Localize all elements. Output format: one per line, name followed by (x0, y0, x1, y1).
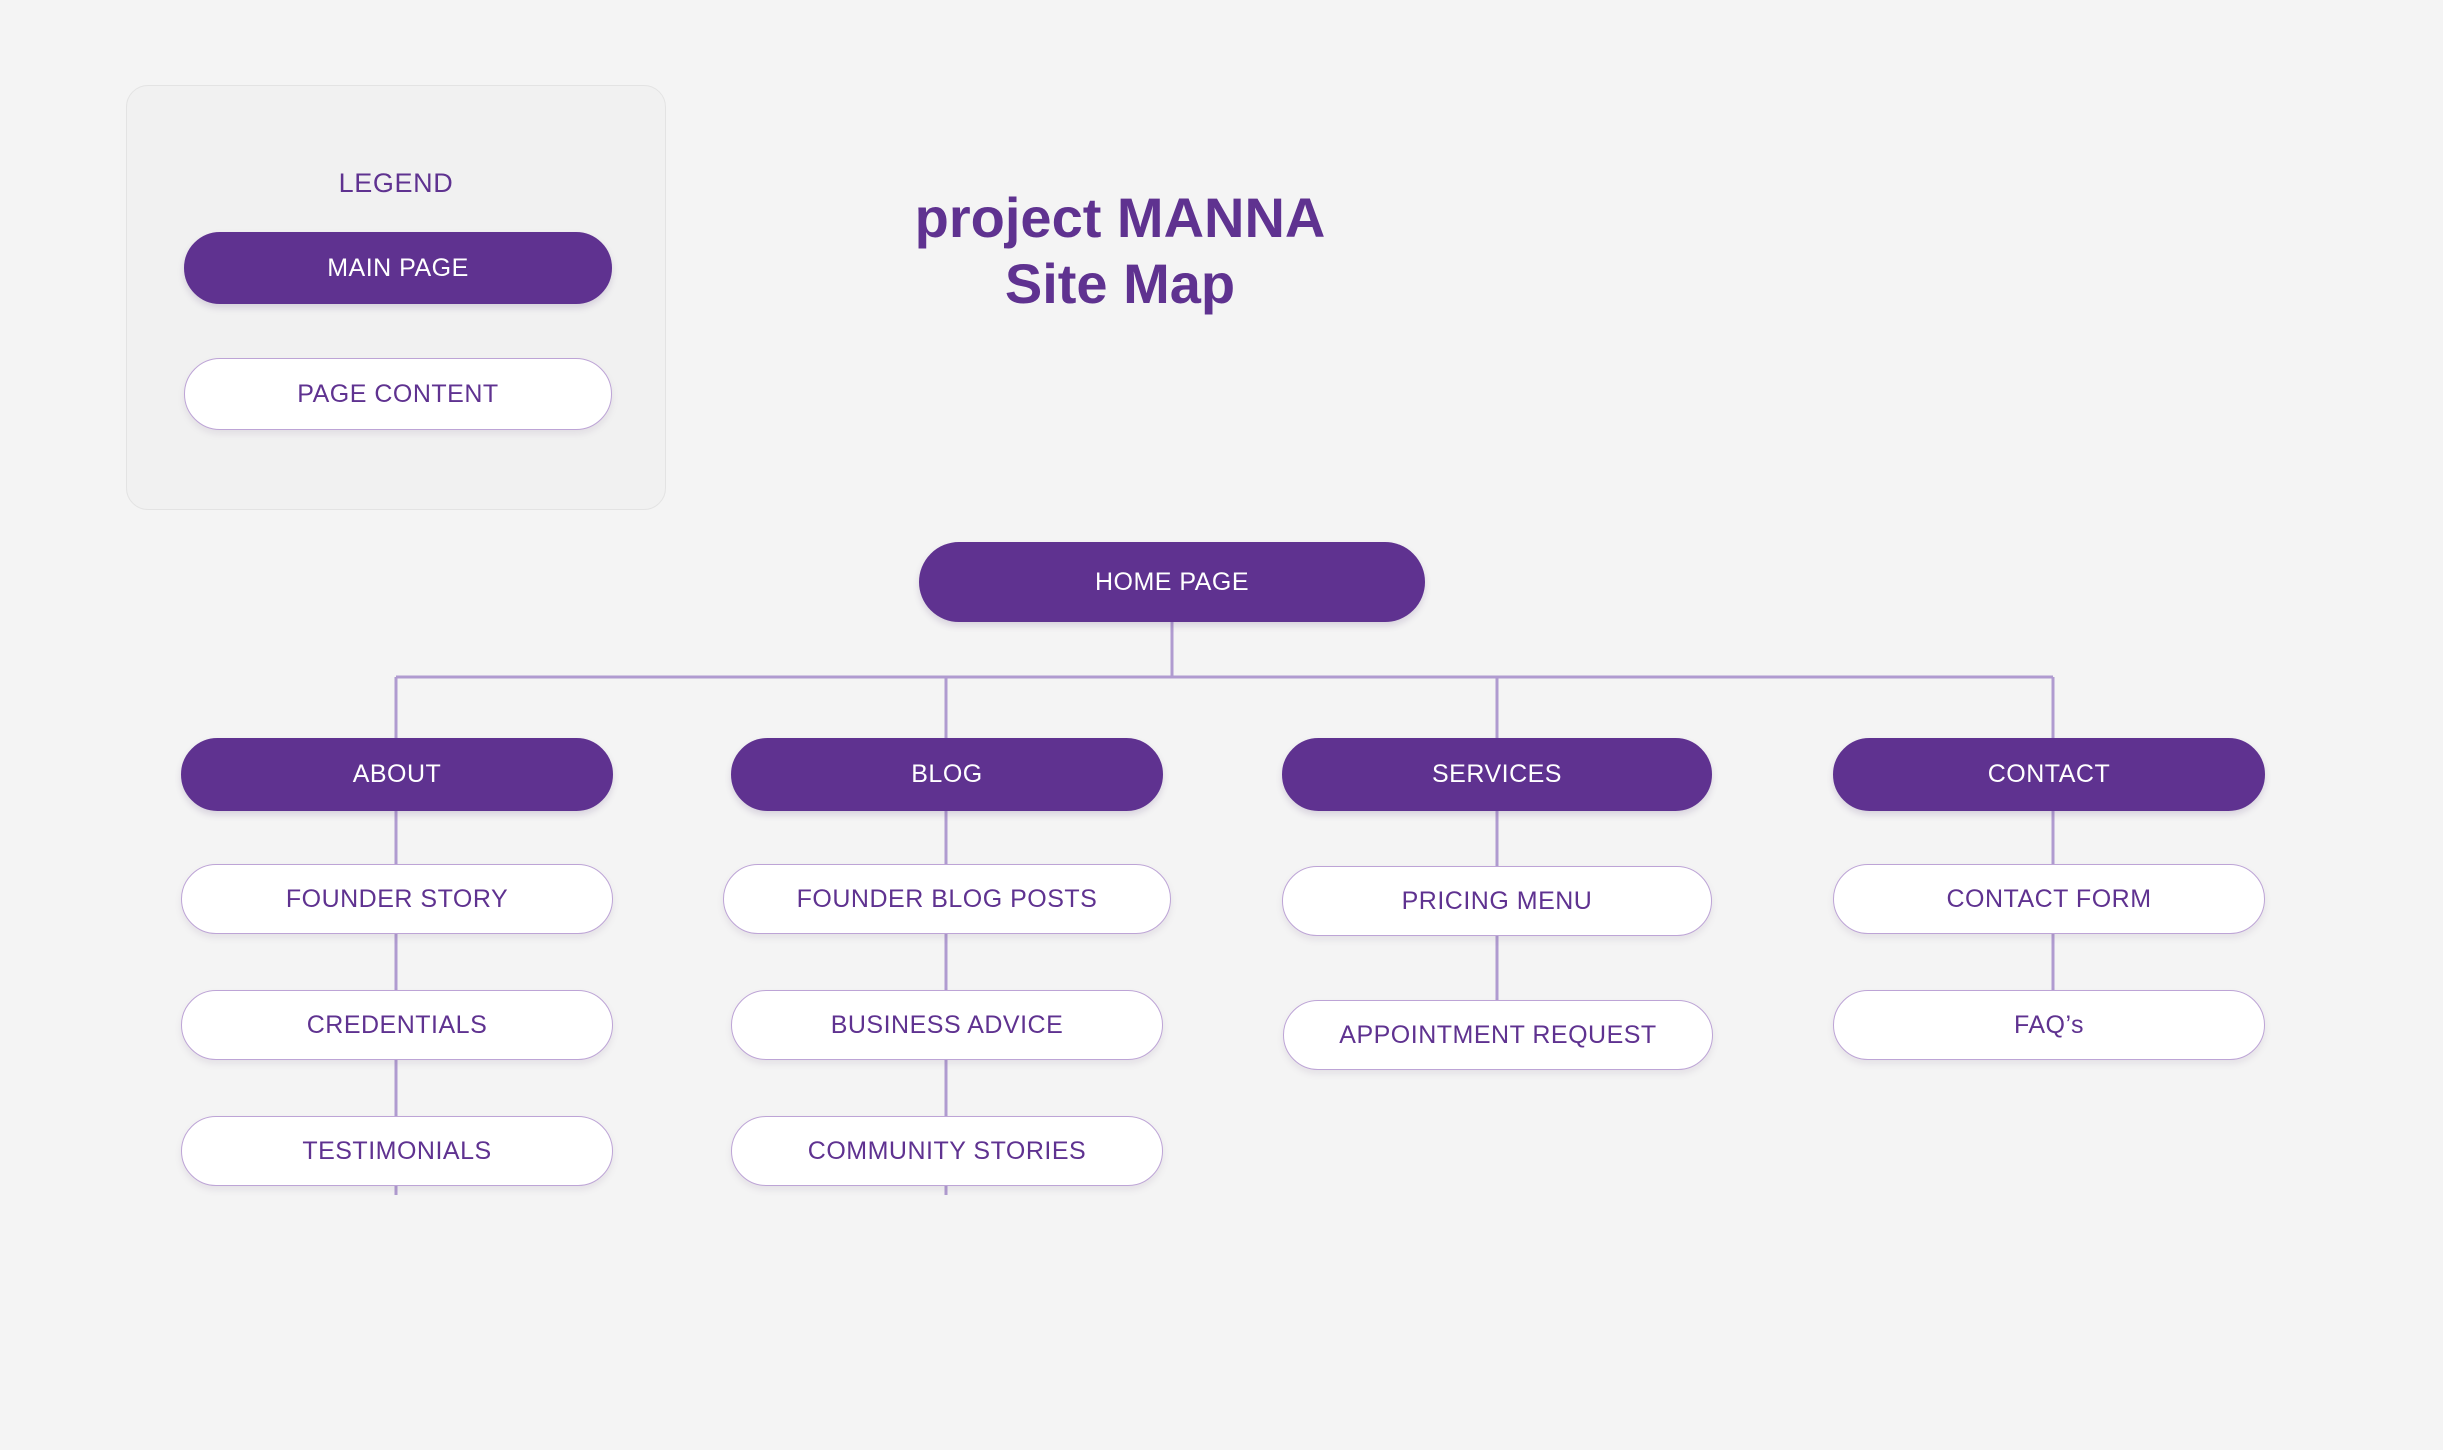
legend-swatch-main-page: MAIN PAGE (184, 232, 612, 304)
legend-panel: LEGEND MAIN PAGE PAGE CONTENT (126, 85, 666, 510)
legend-heading: LEGEND (338, 168, 454, 198)
node-label-founder-blog-posts: FOUNDER BLOG POSTS (796, 884, 1098, 913)
node-label-about: ABOUT (352, 760, 442, 788)
node-label-contact-form: CONTACT FORM (1946, 884, 2152, 913)
legend-item-main-page: MAIN PAGE (184, 232, 612, 304)
node-founder-blog-posts[interactable]: FOUNDER BLOG POSTS (723, 864, 1171, 934)
legend-label-page-content: PAGE CONTENT (297, 379, 499, 408)
node-label-community-stories: COMMUNITY STORIES (807, 1136, 1087, 1165)
node-blog[interactable]: BLOG (731, 738, 1163, 811)
node-label-credentials: CREDENTIALS (306, 1010, 488, 1039)
node-label-services: SERVICES (1432, 760, 1562, 788)
legend-swatch-page-content: PAGE CONTENT (184, 358, 612, 430)
node-label-contact: CONTACT (1987, 760, 2111, 788)
node-label-faqs: FAQ’s (2013, 1010, 2085, 1039)
node-community-stories[interactable]: COMMUNITY STORIES (731, 1116, 1163, 1186)
node-label-founder-story: FOUNDER STORY (285, 884, 509, 913)
node-pricing-menu[interactable]: PRICING MENU (1282, 866, 1712, 936)
node-appointment-request[interactable]: APPOINTMENT REQUEST (1283, 1000, 1713, 1070)
node-label-pricing-menu: PRICING MENU (1401, 886, 1593, 915)
legend-label-main-page: MAIN PAGE (327, 253, 469, 282)
node-label-blog: BLOG (911, 760, 983, 788)
node-faqs[interactable]: FAQ’s (1833, 990, 2265, 1060)
node-testimonials[interactable]: TESTIMONIALS (181, 1116, 613, 1186)
node-label-appointment-request: APPOINTMENT REQUEST (1339, 1020, 1657, 1049)
node-label-testimonials: TESTIMONIALS (302, 1136, 492, 1165)
page-title-line-2: Site Map (1004, 252, 1236, 316)
legend-item-page-content: PAGE CONTENT (184, 358, 612, 430)
node-label-home-page: HOME PAGE (1094, 567, 1250, 596)
node-contact[interactable]: CONTACT (1833, 738, 2265, 811)
node-business-advice[interactable]: BUSINESS ADVICE (731, 990, 1163, 1060)
page-title-line-1: project MANNA (914, 186, 1326, 249)
node-credentials[interactable]: CREDENTIALS (181, 990, 613, 1060)
node-about[interactable]: ABOUT (181, 738, 613, 811)
node-services[interactable]: SERVICES (1282, 738, 1712, 811)
node-contact-form[interactable]: CONTACT FORM (1833, 864, 2265, 934)
page-title: project MANNA Site Map (770, 185, 1470, 317)
sitemap-canvas: LEGEND MAIN PAGE PAGE CONTENT project MA… (0, 0, 2443, 1450)
node-home-page[interactable]: HOME PAGE (919, 542, 1425, 622)
node-founder-story[interactable]: FOUNDER STORY (181, 864, 613, 934)
node-label-business-advice: BUSINESS ADVICE (830, 1010, 1064, 1039)
